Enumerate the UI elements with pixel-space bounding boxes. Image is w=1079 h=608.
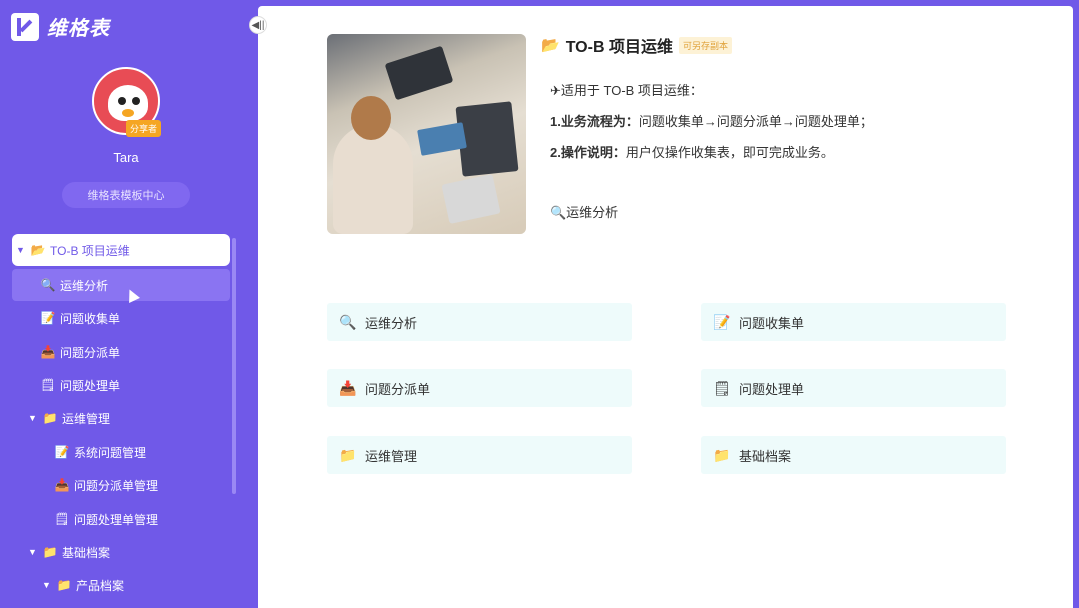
template-center-button[interactable]: 维格表模板中心 <box>62 182 190 208</box>
card-base-archive[interactable]: 📁 基础档案 <box>701 436 1006 474</box>
folder-icon: 📁 <box>713 446 731 463</box>
sidebar-item-product-archive[interactable]: ▼ 📁 产品档案 <box>42 569 124 601</box>
folder-icon: 📁 <box>56 578 72 592</box>
operation-text: 用户仅操作收集表，即可完成业务。 <box>625 145 834 160</box>
memo-icon: 📝 <box>713 313 731 330</box>
chevron-down-icon[interactable]: ▼ <box>42 580 52 590</box>
avatar-eye <box>118 97 126 105</box>
chevron-down-icon[interactable]: ▼ <box>16 245 26 255</box>
card-issue-collection[interactable]: 📝 问题收集单 <box>701 303 1006 341</box>
notepad-icon: 🗒 <box>713 379 731 396</box>
sidebar-item-handling-management[interactable]: 🗒 问题处理单管理 <box>54 503 158 535</box>
folder-icon: 📁 <box>42 545 58 559</box>
collapse-sidebar-button[interactable]: ◀|| <box>249 16 267 34</box>
folder-open-icon: 📂 <box>30 243 46 257</box>
notepad-icon: 🗒 <box>40 378 56 392</box>
sidebar-item-label: 问题处理单 <box>60 378 121 393</box>
project-flow: 1.业务流程为：问题收集单→问题分派单→问题处理单； <box>550 111 873 130</box>
card-issue-dispatch[interactable]: 📥 问题分派单 <box>327 369 632 407</box>
save-copy-badge[interactable]: 可另存副本 <box>678 36 732 54</box>
sidebar-item-label: 问题收集单 <box>60 311 121 326</box>
logo-icon <box>11 12 39 41</box>
card-label: 运维分析 <box>365 315 418 331</box>
project-title-text: TO-B 项目运维 <box>565 39 673 56</box>
sidebar: 维格表 分享者 Tara 维格表模板中心 ▼ 📂 TO-B 项目运维 🔍 运维分… <box>0 0 258 608</box>
sidebar-item-label: 问题分派单管理 <box>74 478 159 493</box>
magnifier-icon: 🔍 <box>40 278 56 292</box>
sidebar-item-system-issue-management[interactable]: 📝 系统问题管理 <box>54 436 147 468</box>
folder-icon: 📁 <box>42 411 58 425</box>
inbox-icon: 📥 <box>54 478 70 492</box>
notepad-icon: 🗒 <box>54 512 70 526</box>
memo-icon: 📝 <box>54 445 70 459</box>
flow-text: 问题收集单→问题分派单→问题处理单； <box>638 114 873 129</box>
folder-open-icon: 📂 <box>541 37 560 54</box>
card-label: 基础档案 <box>739 448 792 464</box>
user-name: Tara <box>113 150 139 165</box>
card-label: 问题收集单 <box>739 315 805 331</box>
inbox-icon: 📥 <box>339 379 357 396</box>
sidebar-item-label: TO-B 项目运维 <box>50 243 130 258</box>
sidebar-item-issue-collection[interactable]: 📝 问题收集单 <box>40 302 121 334</box>
sidebar-scrollbar[interactable] <box>232 238 236 494</box>
sidebar-item-label: 问题分派单 <box>60 345 121 360</box>
app-logo[interactable]: 维格表 <box>11 12 110 41</box>
sidebar-item-issue-dispatch[interactable]: 📥 问题分派单 <box>40 336 121 368</box>
inbox-icon: 📥 <box>40 345 56 359</box>
magnifier-icon: 🔍 <box>339 313 357 330</box>
analysis-link[interactable]: 🔍运维分析 <box>550 202 618 221</box>
sidebar-item-label: 系统问题管理 <box>74 445 147 460</box>
sidebar-item-label: 产品档案 <box>76 578 125 593</box>
project-operation: 2.操作说明：用户仅操作收集表，即可完成业务。 <box>550 142 834 161</box>
card-ops-analysis[interactable]: 🔍 运维分析 <box>327 303 632 341</box>
card-ops-management[interactable]: 📁 运维管理 <box>327 436 632 474</box>
folder-icon: 📁 <box>339 446 357 463</box>
card-label: 问题分派单 <box>365 381 431 397</box>
main-panel: 📂 TO-B 项目运维 可另存副本 ✈适用于 TO-B 项目运维： 1.业务流程… <box>258 6 1073 608</box>
role-badge: 分享者 <box>126 120 162 137</box>
sidebar-item-dispatch-management[interactable]: 📥 问题分派单管理 <box>54 469 159 501</box>
project-intro: ✈适用于 TO-B 项目运维： <box>550 83 703 98</box>
chevron-down-icon[interactable]: ▼ <box>28 413 38 423</box>
avatar-eye <box>132 97 140 105</box>
sidebar-item-label: 运维分析 <box>60 278 109 293</box>
sidebar-item-label: 运维管理 <box>62 411 111 426</box>
card-issue-handling[interactable]: 🗒 问题处理单 <box>701 369 1006 407</box>
card-label: 运维管理 <box>365 448 418 464</box>
sidebar-item-tob-project[interactable]: ▼ 📂 TO-B 项目运维 <box>12 234 230 266</box>
sidebar-item-label: 基础档案 <box>62 545 111 560</box>
flow-label: 1.业务流程为： <box>550 114 639 129</box>
sidebar-item-label: 问题处理单管理 <box>74 512 159 527</box>
sidebar-item-base-archive[interactable]: ▼ 📁 基础档案 <box>28 536 110 568</box>
sidebar-item-ops-analysis[interactable]: 🔍 运维分析 <box>12 269 230 301</box>
cover-image <box>327 34 526 234</box>
operation-label: 2.操作说明： <box>550 145 626 160</box>
app-name: 维格表 <box>47 18 110 40</box>
sidebar-item-issue-handling[interactable]: 🗒 问题处理单 <box>40 369 120 401</box>
card-label: 问题处理单 <box>739 381 805 397</box>
sidebar-item-ops-management[interactable]: ▼ 📁 运维管理 <box>28 402 110 434</box>
chevron-down-icon[interactable]: ▼ <box>28 547 38 557</box>
memo-icon: 📝 <box>40 311 56 325</box>
avatar-beak <box>122 109 134 117</box>
project-title: 📂 TO-B 项目运维 可另存副本 <box>541 33 732 57</box>
